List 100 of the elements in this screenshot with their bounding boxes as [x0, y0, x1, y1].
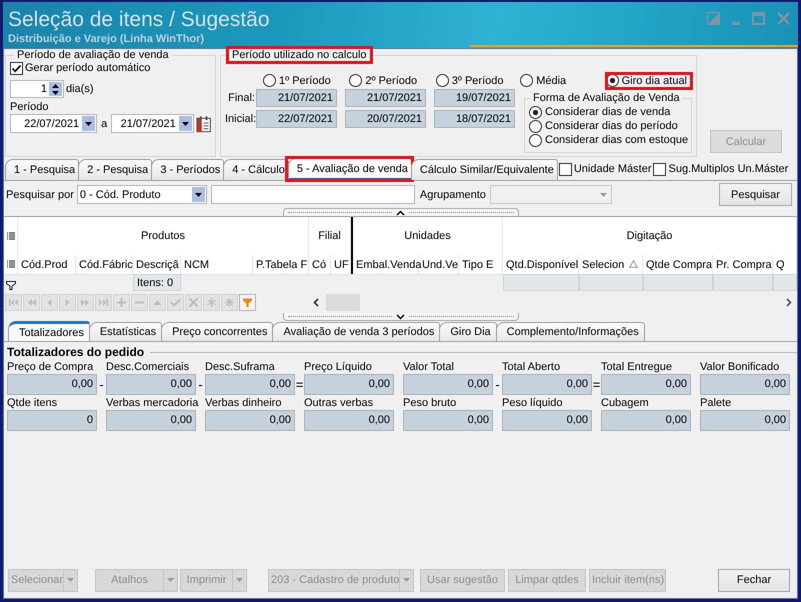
total-field: 0,00 — [502, 374, 592, 395]
group-title: Período de avaliação de venda — [17, 49, 169, 61]
option-checkbox[interactable]: Unidade Máster — [558, 163, 652, 176]
tab[interactable]: 4 - Cálculo — [223, 159, 289, 180]
cross-icon — [188, 296, 199, 308]
dropdown-button[interactable] — [82, 116, 96, 131]
maximize-icon[interactable] — [752, 12, 765, 25]
splitter-handle[interactable] — [282, 313, 518, 321]
tab[interactable]: Cálculo Similar/Equivalente — [410, 159, 558, 180]
navigator-button[interactable] — [239, 294, 256, 310]
operator-sign: = — [295, 377, 304, 392]
total-field: 0,00 — [601, 410, 691, 431]
calendar-icon[interactable] — [196, 114, 211, 132]
dropdown-button[interactable] — [178, 116, 192, 131]
total-field: 0,00 — [205, 410, 295, 431]
tab[interactable]: 1 - Pesquisa — [5, 159, 80, 180]
close-icon[interactable] — [777, 12, 790, 25]
half-filled-square-icon[interactable] — [707, 12, 720, 25]
total-field: 0,00 — [700, 410, 790, 431]
operator-sign: - — [494, 377, 501, 392]
date-field: 21/07/2021 — [345, 89, 426, 107]
period-radio[interactable]: 1º Período — [258, 70, 336, 92]
date-field: 18/07/2021 — [434, 110, 515, 128]
total-field: 0,00 — [403, 374, 493, 395]
date-field: 21/07/2021 — [256, 89, 337, 107]
total-field: 0,00 — [304, 374, 394, 395]
field-label: Preço de Compra — [7, 361, 94, 374]
caret-icon — [194, 192, 202, 196]
operator-sign: - — [98, 377, 105, 392]
column-chooser-icon[interactable] — [6, 260, 14, 269]
field-label: Desc.Comerciais — [106, 361, 190, 374]
end-date-field[interactable]: 21/07/2021 — [111, 114, 194, 133]
tab[interactable]: 5 - Avaliação de venda — [288, 158, 412, 180]
tab[interactable]: Complemento/Informações — [496, 322, 645, 341]
search-button[interactable]: Pesquisar — [719, 183, 792, 206]
column-group-header: Unidades — [351, 217, 503, 255]
mode-radio[interactable]: Considerar dias com estoque — [529, 133, 688, 147]
grouping-label: Agrupamento — [420, 188, 486, 200]
caret-icon — [236, 578, 243, 582]
date-field: 19/07/2021 — [434, 89, 515, 107]
group-title: Período utilizado no calculo — [232, 49, 367, 62]
field-label: Cubagem — [601, 397, 650, 410]
mode-radio[interactable]: Considerar dias de venda — [529, 105, 688, 119]
tab[interactable]: Totalizadores — [8, 321, 90, 341]
field-label: Desc.Suframa — [205, 361, 276, 374]
field-label: Total Entregue — [601, 361, 673, 374]
days-unit: dia(s) — [66, 83, 94, 95]
date-row-label: Inicial: — [225, 113, 255, 125]
date-field: 22/07/2021 — [256, 110, 337, 128]
tab[interactable]: Avaliação de venda 3 períodos — [272, 322, 440, 341]
search-field[interactable] — [210, 185, 415, 204]
tab[interactable]: Estatísticas — [88, 322, 162, 341]
period-radio[interactable]: 2º Período — [344, 70, 422, 92]
mode-radio[interactable]: Considerar dias do período — [529, 119, 688, 133]
column-group-header: Produtos — [18, 217, 309, 255]
double-triangle-right-icon — [80, 296, 91, 308]
operator-sign: - — [197, 377, 204, 392]
summary-cell: Itens: 0 — [133, 274, 181, 291]
dropdown-button[interactable] — [192, 187, 205, 202]
search-by-dropdown[interactable]: 0 - Cód. Produto — [76, 185, 207, 204]
total-field: 0,00 — [502, 410, 592, 431]
search-label: Pesquisar por — [6, 188, 74, 200]
caret-icon — [67, 578, 74, 582]
column-chooser-icon[interactable] — [6, 232, 14, 240]
tab[interactable]: 3 - Períodos — [151, 159, 224, 180]
auto-period-checkbox[interactable]: Gerar período automático — [10, 62, 150, 75]
column-group-header: Digitação — [503, 217, 797, 255]
field-label: Verbas mercadoria — [106, 397, 200, 410]
total-field: 0,00 — [304, 410, 394, 431]
period-radio[interactable]: Giro dia atual — [600, 70, 692, 92]
period-label: Período — [10, 101, 50, 114]
caret-icon — [403, 578, 410, 582]
chevron-left-icon — [313, 298, 319, 306]
splitter-handle[interactable] — [282, 208, 518, 216]
column-group-header: Filial — [309, 217, 351, 255]
caret-icon — [167, 578, 174, 582]
tab[interactable]: 2 - Pesquisa — [78, 159, 152, 180]
period-radio[interactable]: Média — [515, 70, 572, 92]
tab[interactable]: Giro Dia — [439, 322, 497, 341]
tab[interactable]: Preço concorrentes — [161, 322, 274, 341]
window-subtitle: Distribuição e Varejo (Linha WinThor) — [8, 32, 204, 46]
spin-arrows-icon[interactable] — [49, 82, 62, 96]
filter-icon[interactable] — [6, 281, 16, 290]
group-title: Forma de Avaliação de Venda — [533, 92, 680, 104]
field-label: Verbas dinheiro — [205, 397, 282, 410]
field-label: Preço Líquido — [304, 361, 373, 374]
option-checkbox[interactable]: Sug.Multiplos Un.Máster — [653, 163, 788, 176]
total-field: 0,00 — [7, 374, 97, 395]
toolbar-button[interactable]: Fechar — [718, 568, 790, 592]
caret-icon — [600, 192, 607, 196]
operator-sign: = — [592, 377, 601, 392]
minimize-icon[interactable] — [732, 22, 740, 25]
section-title: Totalizadores do pedido — [7, 345, 144, 359]
check-icon — [170, 296, 181, 308]
days-spinner[interactable]: 1 — [10, 80, 64, 98]
period-radio[interactable]: 3º Período — [430, 70, 508, 92]
field-label: Qtde itens — [7, 397, 58, 410]
asterisk-cross-icon — [224, 296, 235, 308]
start-date-field[interactable]: 22/07/2021 — [10, 114, 98, 133]
field-label: Palete — [700, 397, 732, 410]
